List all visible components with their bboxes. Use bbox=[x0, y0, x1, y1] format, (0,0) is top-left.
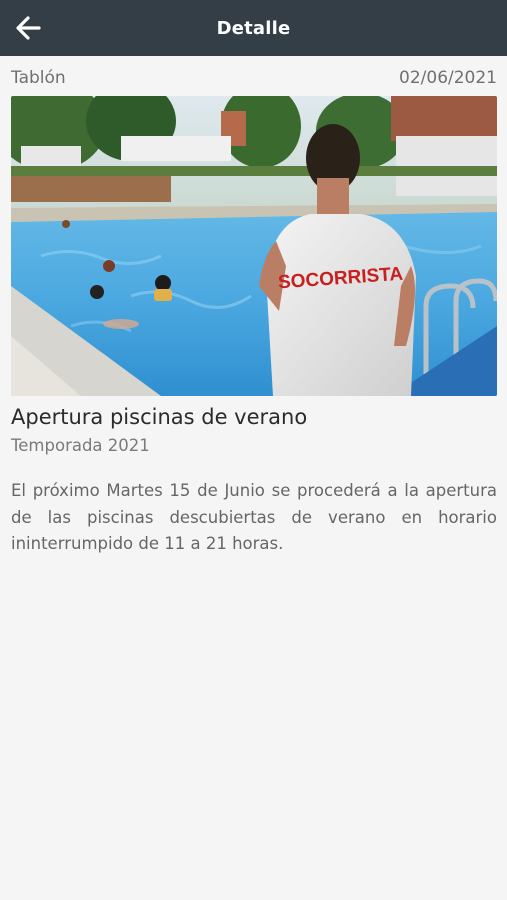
post-date: 02/06/2021 bbox=[399, 68, 497, 88]
post-title: Apertura piscinas de verano bbox=[11, 405, 308, 429]
post-meta: Tablón 02/06/2021 bbox=[11, 67, 497, 89]
post-body: El próximo Martes 15 de Junio se procede… bbox=[11, 481, 497, 553]
post-category: Tablón bbox=[11, 68, 66, 88]
post-image: SOCORRISTA bbox=[11, 96, 497, 396]
arrow-left-icon bbox=[16, 16, 41, 40]
page-title: Detalle bbox=[216, 17, 291, 39]
back-button[interactable] bbox=[8, 8, 48, 48]
top-app-bar: Detalle bbox=[0, 0, 507, 56]
post-subtitle: Temporada 2021 bbox=[11, 436, 150, 455]
